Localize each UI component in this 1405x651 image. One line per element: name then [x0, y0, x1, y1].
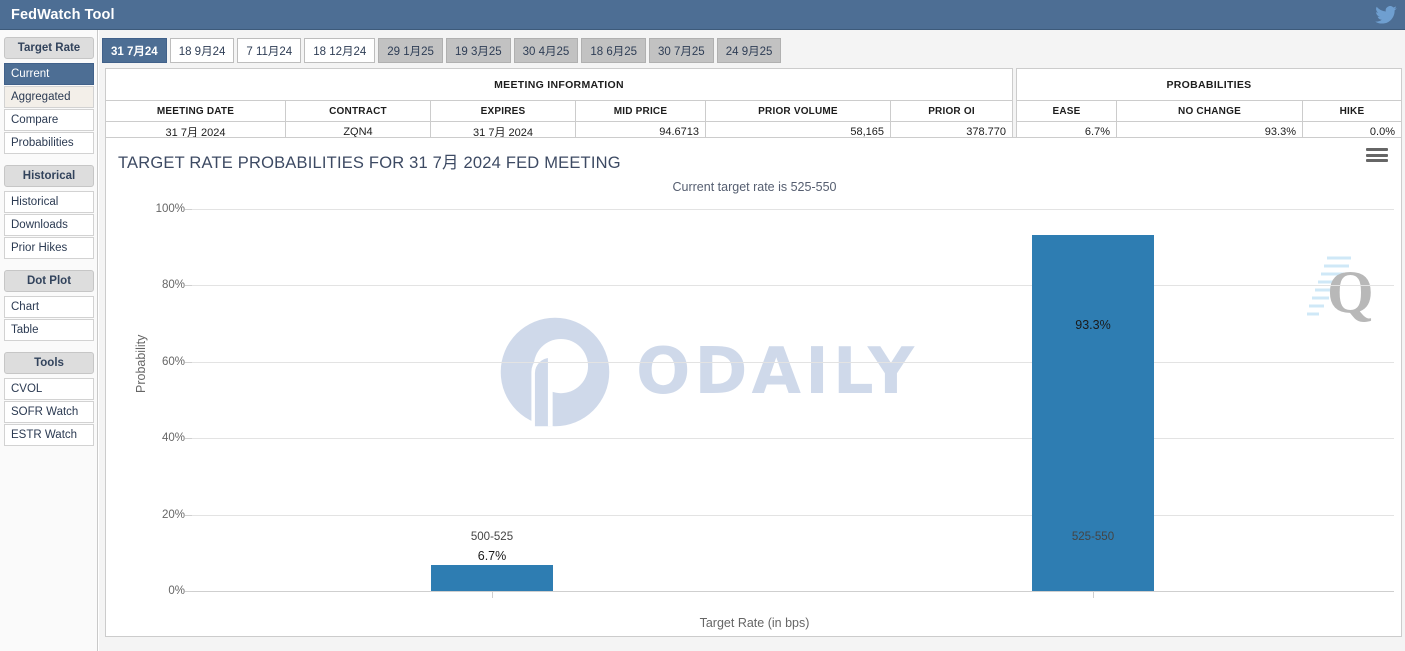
tab-meeting-5[interactable]: 19 3月25: [445, 38, 511, 63]
ylabel-0: 0%: [168, 585, 185, 597]
xlabel-500-525: 500-525: [470, 531, 514, 543]
ytick-40: [185, 438, 192, 440]
fedwatch-tool-window: FedWatch Tool Target Rate Current Aggreg…: [0, 0, 1405, 651]
col-contract: CONTRACT: [286, 101, 431, 121]
twitter-bird-icon[interactable]: [1375, 5, 1405, 24]
tab-meeting-1[interactable]: 18 9月24: [169, 38, 235, 63]
col-prior-volume: PRIOR VOLUME: [706, 101, 891, 121]
tab-meeting-8[interactable]: 30 7月25: [649, 38, 714, 63]
window-titlebar: FedWatch Tool: [0, 0, 1405, 30]
sidebar-group-header-historical: Historical: [4, 165, 94, 187]
tab-meeting-6[interactable]: 30 4月25: [513, 38, 579, 63]
sidebar-item-probabilities[interactable]: Probabilities: [4, 132, 94, 154]
sidebar-group-header-tools: Tools: [4, 352, 94, 374]
ytick-60: [185, 361, 192, 363]
meeting-information-header-row: MEETING DATE CONTRACT EXPIRES MID PRICE …: [106, 101, 1012, 122]
chart-plot-area: 100% 80% 60% 40% 20% 0%: [156, 203, 1394, 598]
sidebar-item-historical[interactable]: Historical: [4, 191, 94, 213]
col-hike: HIKE: [1339, 105, 1365, 117]
gridline-100: [192, 209, 1394, 210]
sidebar-group-header-target-rate: Target Rate: [4, 37, 94, 59]
col-no-change: NO CHANGE: [1117, 101, 1303, 121]
y-axis-title: Probability: [134, 334, 148, 393]
ytick-80: [185, 285, 192, 287]
x-axis-line: [192, 591, 1394, 592]
main-content: 31 7月24 18 9月24 7 11月24 18 12月24 29 1月25…: [99, 30, 1405, 651]
ytick-20: [185, 514, 192, 516]
tab-meeting-9[interactable]: 24 9月25: [716, 38, 782, 63]
probabilities-title: PROBABILITIES: [1017, 69, 1401, 101]
sidebar-item-sofr-watch[interactable]: SOFR Watch: [4, 401, 94, 423]
sidebar-item-cvol[interactable]: CVOL: [4, 378, 94, 400]
sidebar-item-estr-watch[interactable]: ESTR Watch: [4, 424, 94, 446]
sidebar-item-current[interactable]: Current: [4, 63, 94, 85]
ytick-100: [185, 209, 192, 210]
col-expires: EXPIRES: [431, 101, 576, 121]
sidebar-item-table[interactable]: Table: [4, 319, 94, 341]
sidebar-item-aggregated[interactable]: Aggregated: [4, 86, 94, 108]
xtick-525-550: [1093, 592, 1094, 598]
ylabel-100: 100%: [155, 203, 185, 215]
sidebar-item-compare[interactable]: Compare: [4, 109, 94, 131]
bar-500-525[interactable]: [431, 565, 553, 591]
hamburger-menu-icon[interactable]: [1366, 146, 1388, 164]
gridline-60: [192, 361, 1394, 363]
xtick-500-525: [492, 592, 493, 598]
sidebar-item-downloads[interactable]: Downloads: [4, 214, 94, 236]
bar-value-500-525: 6.7%: [477, 549, 507, 563]
tab-meeting-4[interactable]: 29 1月25: [378, 38, 443, 63]
tab-meeting-3[interactable]: 18 12月24: [304, 38, 376, 63]
bar-value-525-550: 93.3%: [1075, 318, 1111, 332]
tab-meeting-0[interactable]: 31 7月24: [102, 38, 167, 63]
tab-meeting-7[interactable]: 18 6月25: [581, 38, 647, 63]
ylabel-80: 80%: [161, 279, 185, 292]
col-mid-price: MID PRICE: [576, 101, 706, 121]
col-ease: EASE: [1017, 101, 1117, 121]
meeting-information-table: MEETING INFORMATION MEETING DATE CONTRAC…: [105, 68, 1013, 143]
ylabel-20: 20%: [161, 508, 185, 521]
col-meeting-date: MEETING DATE: [106, 101, 286, 121]
probabilities-table: PROBABILITIES EASE NO CHANGE HIKE 6.7% 9…: [1016, 68, 1402, 143]
sidebar-item-chart[interactable]: Chart: [4, 296, 94, 318]
col-prior-oi: PRIOR OI: [928, 105, 975, 117]
chart-panel: TARGET RATE PROBABILITIES FOR 31 7月 2024…: [105, 137, 1402, 637]
meeting-date-tabs: 31 7月24 18 9月24 7 11月24 18 12月24 29 1月25…: [102, 38, 784, 63]
xlabel-525-550: 525-550: [1071, 531, 1115, 543]
window-title: FedWatch Tool: [11, 6, 115, 23]
chart-title: TARGET RATE PROBABILITIES FOR 31 7月 2024…: [118, 154, 621, 172]
sidebar-group-header-dot-plot: Dot Plot: [4, 270, 94, 292]
meeting-information-title: MEETING INFORMATION: [106, 69, 1012, 101]
probabilities-header-row: EASE NO CHANGE HIKE: [1017, 101, 1401, 122]
ytick-0: [185, 591, 192, 592]
sidebar: Target Rate Current Aggregated Compare P…: [0, 30, 98, 651]
ylabel-40: 40%: [161, 432, 185, 445]
sidebar-item-prior-hikes[interactable]: Prior Hikes: [4, 237, 94, 259]
x-axis-title: Target Rate (in bps): [699, 616, 810, 630]
tab-meeting-2[interactable]: 7 11月24: [237, 38, 302, 63]
chart-subtitle: Current target rate is 525-550: [672, 180, 837, 194]
gridline-20: [192, 514, 1394, 516]
gridline-80: [192, 285, 1394, 287]
gridline-40: [192, 438, 1394, 440]
